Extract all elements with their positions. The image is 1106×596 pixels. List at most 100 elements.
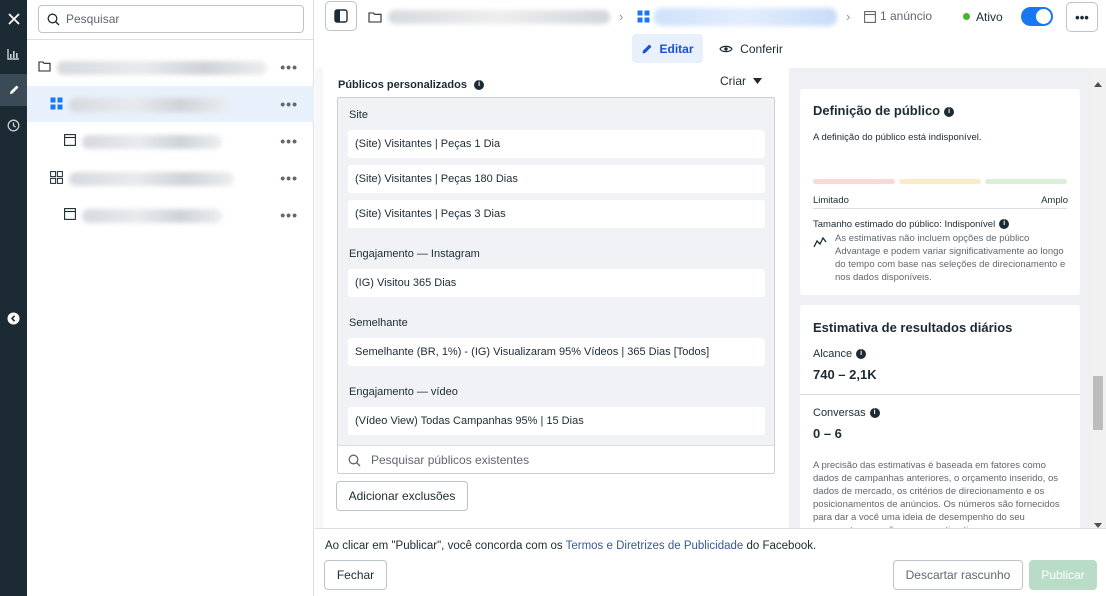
folder-icon xyxy=(368,10,382,28)
meter-label-broad: Amplo xyxy=(1041,195,1068,206)
audience-item[interactable]: (Site) Visitantes | Peças 180 Dias xyxy=(348,165,765,193)
scrollbar[interactable] xyxy=(1090,68,1106,528)
reach-value: 740 – 2,1K xyxy=(813,367,877,382)
tree-more-button[interactable]: ••• xyxy=(280,170,298,186)
group-label: Engajamento — Instagram xyxy=(349,248,480,260)
audience-summary-panel: Definição de público i A definição do púb… xyxy=(789,68,1090,528)
group-label: Engajamento — vídeo xyxy=(349,386,458,398)
collapse-chevron-icon[interactable] xyxy=(0,302,27,334)
status-dot xyxy=(963,13,970,20)
audience-search-input[interactable] xyxy=(371,453,751,467)
caret-down-icon xyxy=(753,78,762,84)
breadcrumb-adset[interactable] xyxy=(654,8,837,26)
more-options-button[interactable]: ••• xyxy=(1066,2,1098,32)
estimates-note: A precisão das estimativas é baseada em … xyxy=(813,460,1060,528)
scroll-thumb[interactable] xyxy=(1093,376,1103,430)
create-label: Criar xyxy=(720,74,746,88)
audience-search[interactable] xyxy=(338,445,774,473)
trend-icon xyxy=(813,235,828,253)
terms-post: do Facebook. xyxy=(743,540,817,552)
tree-search[interactable] xyxy=(38,5,304,33)
card-divider xyxy=(813,208,1067,209)
redacted-adset-name xyxy=(69,98,229,112)
reporting-chart-icon[interactable] xyxy=(0,38,27,70)
breadcrumb-campaign[interactable] xyxy=(388,10,610,24)
history-clock-icon[interactable] xyxy=(0,109,27,141)
adset-grid-icon xyxy=(50,171,63,184)
pencil-icon xyxy=(642,44,652,53)
group-label: Semelhante xyxy=(349,317,408,329)
info-icon[interactable]: i xyxy=(999,219,1010,230)
card-divider xyxy=(800,394,1080,395)
search-icon xyxy=(348,454,361,466)
audience-item[interactable]: (IG) Visitou 365 Dias xyxy=(348,269,765,297)
conversations-value: 0 – 6 xyxy=(813,426,842,441)
ad-icon xyxy=(864,10,876,28)
active-toggle[interactable] xyxy=(1021,7,1053,26)
conversations-label-text: Conversas xyxy=(813,407,866,419)
create-audience-dropdown[interactable]: Criar xyxy=(720,74,762,88)
redacted-ad-name xyxy=(82,135,222,149)
ad-icon xyxy=(64,208,76,220)
audience-list: Site (Site) Visitantes | Peças 1 Dia (Si… xyxy=(337,97,775,474)
tree-item-campaign[interactable]: ••• xyxy=(27,49,314,85)
eye-icon xyxy=(719,45,733,52)
audience-item[interactable]: Semelhante (BR, 1%) - (IG) Visualizaram … xyxy=(348,338,765,366)
sidebar-toggle-icon xyxy=(334,9,348,23)
meter-label-limited: Limitado xyxy=(813,195,849,206)
folder-icon xyxy=(38,60,51,72)
discard-draft-button[interactable]: Descartar rascunho xyxy=(893,560,1023,590)
tab-edit[interactable]: Editar xyxy=(632,34,703,63)
reach-label-text: Alcance xyxy=(813,348,853,360)
tree-more-button[interactable]: ••• xyxy=(280,133,298,149)
definition-unavailable: A definição do público está indisponível… xyxy=(813,132,982,143)
breadcrumb-ad-count[interactable]: 1 anúncio xyxy=(880,9,932,23)
info-icon[interactable]: i xyxy=(856,349,867,360)
terms-link[interactable]: Termos e Diretrizes de Publicidade xyxy=(566,540,744,552)
ad-icon xyxy=(64,134,76,146)
left-rail xyxy=(0,0,27,596)
edit-pencil-icon[interactable] xyxy=(0,74,27,106)
tree-more-button[interactable]: ••• xyxy=(280,59,298,75)
search-input[interactable] xyxy=(66,12,286,26)
tree-item-ad[interactable]: ••• xyxy=(27,197,314,233)
tab-edit-label: Editar xyxy=(659,41,694,56)
meter-segment-mid xyxy=(899,179,981,184)
tree-divider xyxy=(27,39,314,40)
add-exclusions-button[interactable]: Adicionar exclusões xyxy=(336,481,468,511)
scroll-up-arrow[interactable] xyxy=(1094,74,1102,92)
publish-button[interactable]: Publicar xyxy=(1029,560,1097,590)
chevron-right-icon: › xyxy=(846,9,851,24)
tree-more-button[interactable]: ••• xyxy=(280,96,298,112)
info-icon[interactable]: i xyxy=(944,106,955,117)
daily-estimates-card: Estimativa de resultados diários Alcance… xyxy=(800,305,1080,528)
info-icon[interactable]: i xyxy=(869,408,880,419)
status-label: Ativo xyxy=(976,10,1003,24)
tree-item-adset-selected[interactable]: ••• xyxy=(27,86,314,122)
audience-item[interactable]: (Site) Visitantes | Peças 1 Dia xyxy=(348,130,765,158)
close-icon[interactable] xyxy=(0,3,27,35)
custom-audiences-title-text: Públicos personalizados xyxy=(338,79,467,91)
tab-review[interactable]: Conferir xyxy=(716,34,786,63)
editor-gutter xyxy=(315,68,323,528)
tree-more-button[interactable]: ••• xyxy=(280,207,298,223)
tree-item-ad[interactable]: ••• xyxy=(27,123,314,159)
definition-title: Definição de público i xyxy=(813,103,955,118)
audience-definition-card: Definição de público i A definição do púb… xyxy=(800,89,1080,295)
audience-item[interactable]: (Site) Visitantes | Peças 3 Dias xyxy=(348,200,765,228)
terms-text: Ao clicar em "Publicar", você concorda c… xyxy=(325,540,816,552)
redacted-campaign-name xyxy=(57,61,267,75)
audience-item[interactable]: (Vídeo View) Todas Campanhas 95% | 15 Di… xyxy=(348,407,765,435)
custom-audiences-title: Públicos personalizados i xyxy=(338,79,485,91)
redacted-ad-name xyxy=(82,209,222,223)
toggle-panel-button[interactable] xyxy=(325,1,357,31)
terms-pre: Ao clicar em "Publicar", você concorda c… xyxy=(325,540,566,552)
group-label: Site xyxy=(349,109,368,121)
info-icon[interactable]: i xyxy=(474,80,485,91)
reach-label: Alcance i xyxy=(813,348,867,360)
estimated-size: Tamanho estimado do público: Indisponíve… xyxy=(813,218,1010,231)
tree-item-adset[interactable]: ••• xyxy=(27,160,314,196)
estimates-title: Estimativa de resultados diários xyxy=(813,320,1013,335)
close-button[interactable]: Fechar xyxy=(324,560,387,590)
tab-review-label: Conferir xyxy=(740,41,783,56)
